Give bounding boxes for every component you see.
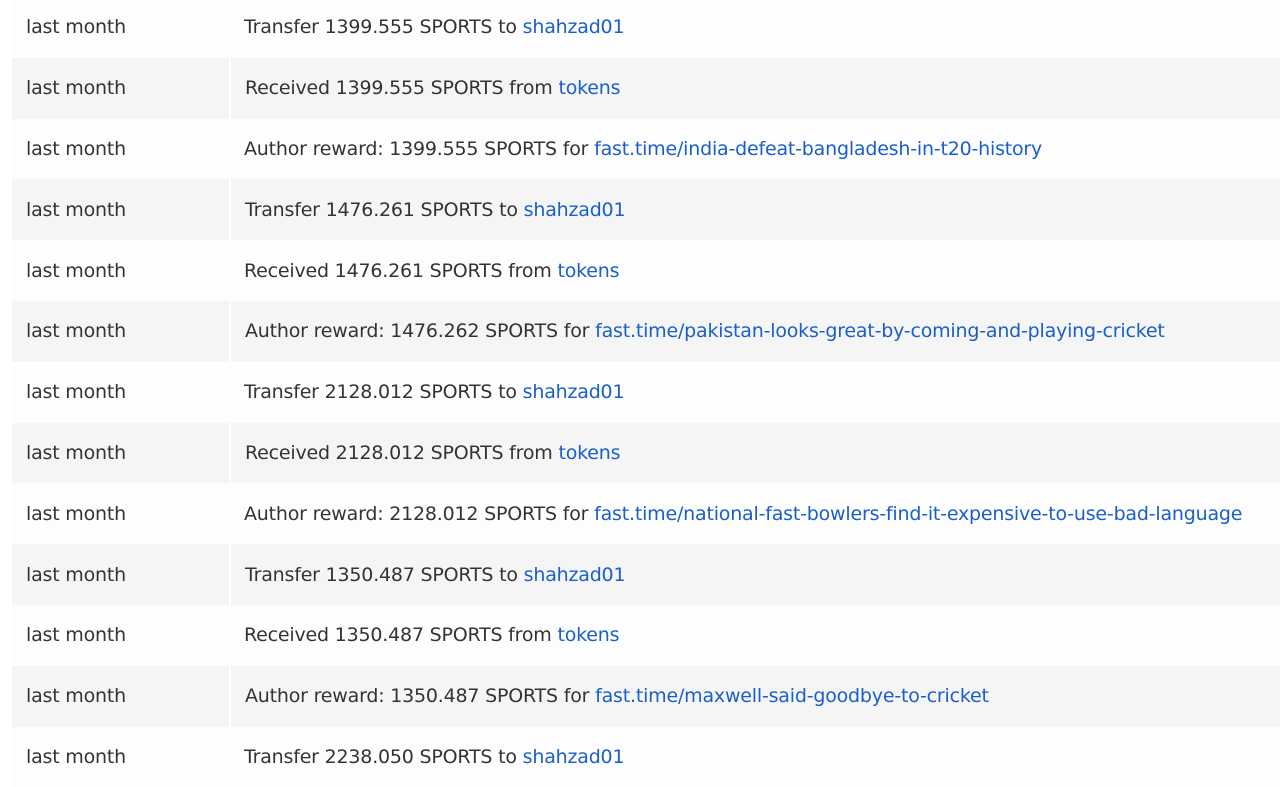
- table-row: last month Transfer 1399.555 SPORTS to s…: [12, 0, 1280, 58]
- description-text: Received 2128.012 SPORTS from: [245, 441, 559, 464]
- account-link[interactable]: shahzad01: [524, 199, 626, 221]
- account-link[interactable]: shahzad01: [523, 746, 625, 768]
- description-text: Transfer 2128.012 SPORTS to: [244, 381, 523, 404]
- description-cell: Received 2128.012 SPORTS from tokens: [230, 422, 1280, 484]
- post-link[interactable]: fast.time/maxwell-said-goodbye-to-cricke…: [595, 685, 989, 707]
- description-cell: Received 1476.261 SPORTS from tokens: [230, 240, 1280, 301]
- description-cell: Author reward: 1476.262 SPORTS for fast.…: [230, 300, 1280, 362]
- description-cell: Transfer 2128.012 SPORTS to shahzad01: [230, 361, 1280, 423]
- table-row: last month Transfer 2238.050 SPORTS to s…: [12, 726, 1280, 787]
- description-text: Received 1399.555 SPORTS from: [245, 77, 559, 100]
- transaction-history-table: last month Transfer 1399.555 SPORTS to s…: [12, 0, 1280, 787]
- time-cell: last month: [12, 118, 230, 180]
- time-cell: last month: [12, 483, 230, 545]
- account-link[interactable]: shahzad01: [523, 16, 625, 38]
- time-cell: last month: [12, 240, 230, 301]
- description-text: Transfer 1350.487 SPORTS to: [245, 563, 524, 586]
- table-row: last month Transfer 1476.261 SPORTS to s…: [12, 179, 1280, 241]
- account-link[interactable]: shahzad01: [524, 564, 626, 586]
- time-cell: last month: [12, 726, 230, 787]
- description-text: Transfer 2238.050 SPORTS to: [244, 745, 523, 768]
- time-cell: last month: [12, 0, 230, 58]
- transaction-history-body: last month Transfer 1399.555 SPORTS to s…: [12, 0, 1280, 787]
- description-cell: Transfer 1350.487 SPORTS to shahzad01: [230, 544, 1280, 605]
- table-row: last month Author reward: 1350.487 SPORT…: [12, 665, 1280, 727]
- time-cell: last month: [12, 604, 230, 666]
- account-link[interactable]: shahzad01: [523, 381, 625, 403]
- description-text: Transfer 1399.555 SPORTS to: [244, 16, 523, 39]
- post-link[interactable]: fast.time/pakistan-looks-great-by-coming…: [595, 320, 1165, 342]
- time-cell: last month: [12, 422, 231, 484]
- time-cell: last month: [12, 57, 231, 119]
- table-row: last month Received 2128.012 SPORTS from…: [12, 422, 1280, 484]
- description-text: Author reward: 2128.012 SPORTS for: [244, 502, 595, 525]
- table-row: last month Author reward: 2128.012 SPORT…: [12, 483, 1280, 545]
- time-cell: last month: [12, 361, 230, 423]
- table-row: last month Received 1399.555 SPORTS from…: [12, 57, 1280, 119]
- description-cell: Author reward: 1350.487 SPORTS for fast.…: [230, 665, 1280, 727]
- table-row: last month Transfer 2128.012 SPORTS to s…: [12, 361, 1280, 423]
- post-link[interactable]: fast.time/india-defeat-bangladesh-in-t20…: [594, 138, 1042, 160]
- table-row: last month Author reward: 1476.262 SPORT…: [12, 300, 1280, 362]
- time-cell: last month: [12, 179, 231, 241]
- description-cell: Received 1399.555 SPORTS from tokens: [230, 57, 1280, 119]
- description-text: Author reward: 1350.487 SPORTS for: [245, 685, 596, 708]
- description-cell: Received 1350.487 SPORTS from tokens: [230, 604, 1280, 666]
- time-cell: last month: [12, 665, 231, 727]
- description-cell: Transfer 1476.261 SPORTS to shahzad01: [230, 179, 1280, 241]
- table-row: last month Author reward: 1399.555 SPORT…: [12, 118, 1280, 180]
- description-text: Author reward: 1476.262 SPORTS for: [245, 320, 596, 343]
- description-cell: Transfer 1399.555 SPORTS to shahzad01: [230, 0, 1280, 58]
- account-link[interactable]: tokens: [558, 77, 620, 99]
- account-link[interactable]: tokens: [557, 260, 619, 282]
- description-cell: Transfer 2238.050 SPORTS to shahzad01: [230, 726, 1280, 787]
- table-row: last month Received 1476.261 SPORTS from…: [12, 240, 1280, 301]
- account-link[interactable]: tokens: [557, 624, 619, 646]
- account-link[interactable]: tokens: [558, 442, 620, 464]
- time-cell: last month: [12, 544, 231, 605]
- description-text: Received 1476.261 SPORTS from: [244, 259, 558, 282]
- table-row: last month Transfer 1350.487 SPORTS to s…: [12, 544, 1280, 605]
- description-cell: Author reward: 2128.012 SPORTS for fast.…: [230, 483, 1280, 545]
- description-text: Received 1350.487 SPORTS from: [244, 624, 558, 647]
- description-text: Author reward: 1399.555 SPORTS for: [244, 137, 595, 160]
- description-text: Transfer 1476.261 SPORTS to: [245, 198, 524, 221]
- table-row: last month Received 1350.487 SPORTS from…: [12, 604, 1280, 666]
- description-cell: Author reward: 1399.555 SPORTS for fast.…: [230, 118, 1280, 180]
- time-cell: last month: [12, 300, 231, 362]
- post-link[interactable]: fast.time/national-fast-bowlers-find-it-…: [594, 503, 1242, 525]
